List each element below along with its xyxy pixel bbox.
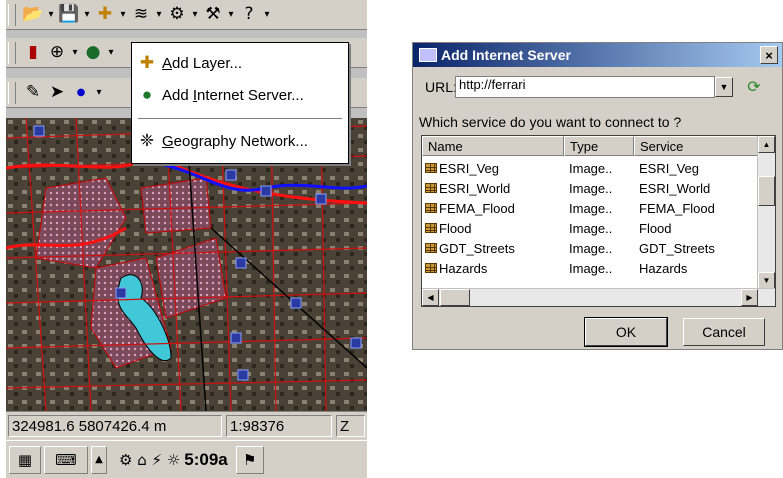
menu-item-geography-network[interactable]: ❈ Geography Network... bbox=[132, 127, 348, 155]
pointer-icon[interactable]: ➤ bbox=[46, 82, 68, 104]
scroll-thumb[interactable] bbox=[440, 289, 470, 306]
list-item[interactable]: FEMA_Flood Image.. FEMA_Flood bbox=[422, 198, 758, 218]
internet-server-icon: ● bbox=[141, 85, 153, 104]
list-item[interactable]: Flood Image.. Flood bbox=[422, 218, 758, 238]
chevron-down-icon[interactable]: ▾ bbox=[226, 9, 236, 20]
url-label: URL: bbox=[425, 79, 457, 95]
chevron-down-icon[interactable]: ▾ bbox=[46, 9, 56, 20]
toolbar-main: 📂 ▾ 💾 ▾ ✚ ▾ ≋ ▾ ⚙ ▾ ⚒ ▾ ? ▾ bbox=[6, 0, 367, 30]
add-layer-icon: ✚ bbox=[139, 53, 155, 72]
clock[interactable]: 5:09a bbox=[184, 450, 227, 470]
chevron-down-icon[interactable]: ▾ bbox=[154, 9, 164, 20]
column-header-type[interactable]: Type bbox=[564, 136, 634, 156]
table-icon bbox=[425, 263, 437, 273]
url-dropdown-button[interactable]: ▼ bbox=[715, 77, 733, 97]
chevron-down-icon[interactable]: ▾ bbox=[70, 47, 80, 58]
table-icon bbox=[425, 163, 437, 173]
scroll-thumb[interactable] bbox=[758, 176, 775, 206]
z-readout: Z bbox=[336, 415, 365, 437]
list-item[interactable]: ESRI_World Image.. ESRI_World bbox=[422, 178, 758, 198]
url-input[interactable]: http://ferrari bbox=[455, 76, 715, 98]
globe-icon[interactable]: ● bbox=[82, 42, 104, 64]
chevron-down-icon[interactable]: ▾ bbox=[94, 87, 104, 98]
list-item[interactable]: Hazards Image.. Hazards bbox=[422, 258, 758, 278]
pocket-pc-window: 📂 ▾ 💾 ▾ ✚ ▾ ≋ ▾ ⚙ ▾ ⚒ ▾ ? ▾ ▮ ⊕ ▾ ● ▾ ✎ ➤ ● ▾ bbox=[6, 0, 367, 478]
vertical-scrollbar[interactable]: ▲ ▼ bbox=[757, 136, 775, 289]
horizontal-scrollbar[interactable]: ◀ ▶ bbox=[422, 288, 775, 306]
scroll-down-button[interactable]: ▼ bbox=[758, 272, 775, 289]
table-icon bbox=[425, 243, 437, 253]
dialog-title-bar[interactable]: Add Internet Server × bbox=[413, 43, 782, 67]
chevron-right-icon: ▶ bbox=[746, 293, 753, 302]
close-button[interactable]: × bbox=[760, 46, 778, 64]
menu-separator bbox=[138, 118, 342, 120]
list-header: Name Type Service bbox=[422, 136, 758, 156]
chevron-up-icon[interactable]: ▲ bbox=[91, 445, 107, 474]
dialog-title: Add Internet Server bbox=[441, 47, 571, 63]
refresh-icon[interactable]: ⟳ bbox=[743, 77, 765, 97]
column-header-service[interactable]: Service bbox=[634, 136, 758, 156]
table-icon bbox=[425, 183, 437, 193]
point-icon[interactable]: ● bbox=[70, 82, 92, 104]
add-data-icon[interactable]: ✚ bbox=[94, 4, 116, 26]
list-item[interactable]: ESRI_Veg Image.. ESRI_Veg bbox=[422, 158, 758, 178]
service-question: Which service do you want to connect to … bbox=[419, 114, 682, 130]
ok-button[interactable]: OK bbox=[584, 317, 668, 347]
add-internet-server-dialog: Add Internet Server × URL: http://ferrar… bbox=[412, 42, 783, 350]
scale-readout: 1:98376 bbox=[226, 415, 332, 437]
chevron-down-icon[interactable]: ▾ bbox=[106, 47, 116, 58]
save-icon[interactable]: 💾 bbox=[58, 4, 80, 26]
services-list[interactable]: Name Type Service ESRI_Veg Image.. ESRI_… bbox=[421, 135, 776, 307]
menu-item-add-layer[interactable]: ✚ Add Layer... bbox=[132, 49, 348, 77]
scroll-left-button[interactable]: ◀ bbox=[422, 289, 439, 306]
chevron-down-icon: ▼ bbox=[719, 82, 729, 92]
keyboard-icon[interactable]: ⌨ bbox=[44, 445, 88, 474]
scroll-up-button[interactable]: ▲ bbox=[758, 136, 775, 153]
menu-item-add-internet-server[interactable]: ● Add Internet Server... bbox=[132, 81, 348, 109]
chevron-left-icon: ◀ bbox=[427, 293, 434, 302]
app-icon bbox=[419, 48, 437, 62]
status-bar: 324981.6 5807426.4 m 1:98376 Z bbox=[6, 411, 367, 440]
legend-icon[interactable]: ▮ bbox=[22, 42, 44, 64]
scroll-right-button[interactable]: ▶ bbox=[741, 289, 758, 306]
column-header-name[interactable]: Name bbox=[422, 136, 564, 156]
toolbar-grip[interactable] bbox=[8, 41, 16, 64]
toolbar-grip[interactable] bbox=[8, 81, 16, 104]
geography-network-icon: ❈ bbox=[139, 131, 155, 150]
chevron-down-icon: ▼ bbox=[762, 276, 771, 285]
cancel-button[interactable]: Cancel bbox=[683, 318, 765, 346]
chevron-down-icon[interactable]: ▾ bbox=[190, 9, 200, 20]
coordinates-readout: 324981.6 5807426.4 m bbox=[8, 415, 222, 437]
chevron-down-icon[interactable]: ▾ bbox=[118, 9, 128, 20]
help-icon[interactable]: ? bbox=[238, 4, 260, 26]
chevron-up-icon: ▲ bbox=[762, 140, 771, 149]
start-icon[interactable]: ▦ bbox=[9, 445, 41, 474]
table-icon bbox=[425, 223, 437, 233]
pen-icon[interactable]: ✎ bbox=[22, 82, 44, 104]
sip-icon[interactable]: ⚑ bbox=[235, 445, 264, 474]
table-icon bbox=[425, 203, 437, 213]
taskbar: ▦ ⌨ ▲ ⚙ ⌂ ⚡ ☼ 5:09a ⚑ bbox=[6, 440, 367, 478]
zoom-in-icon[interactable]: ⊕ bbox=[46, 42, 68, 64]
layers-icon[interactable]: ≋ bbox=[130, 4, 152, 26]
tools-icon[interactable]: ⚒ bbox=[202, 4, 224, 26]
chevron-down-icon[interactable]: ▾ bbox=[262, 9, 272, 20]
notification-icons[interactable]: ⚙ ⌂ ⚡ ☼ bbox=[119, 451, 180, 469]
list-item[interactable]: GDT_Streets Image.. GDT_Streets bbox=[422, 238, 758, 258]
chevron-down-icon[interactable]: ▾ bbox=[82, 9, 92, 20]
add-data-menu: ✚ Add Layer... ● Add Internet Server... … bbox=[131, 42, 349, 164]
toolbar-grip[interactable] bbox=[8, 3, 16, 26]
open-icon[interactable]: 📂 bbox=[22, 4, 44, 26]
identify-tool-icon[interactable]: ⚙ bbox=[166, 4, 188, 26]
